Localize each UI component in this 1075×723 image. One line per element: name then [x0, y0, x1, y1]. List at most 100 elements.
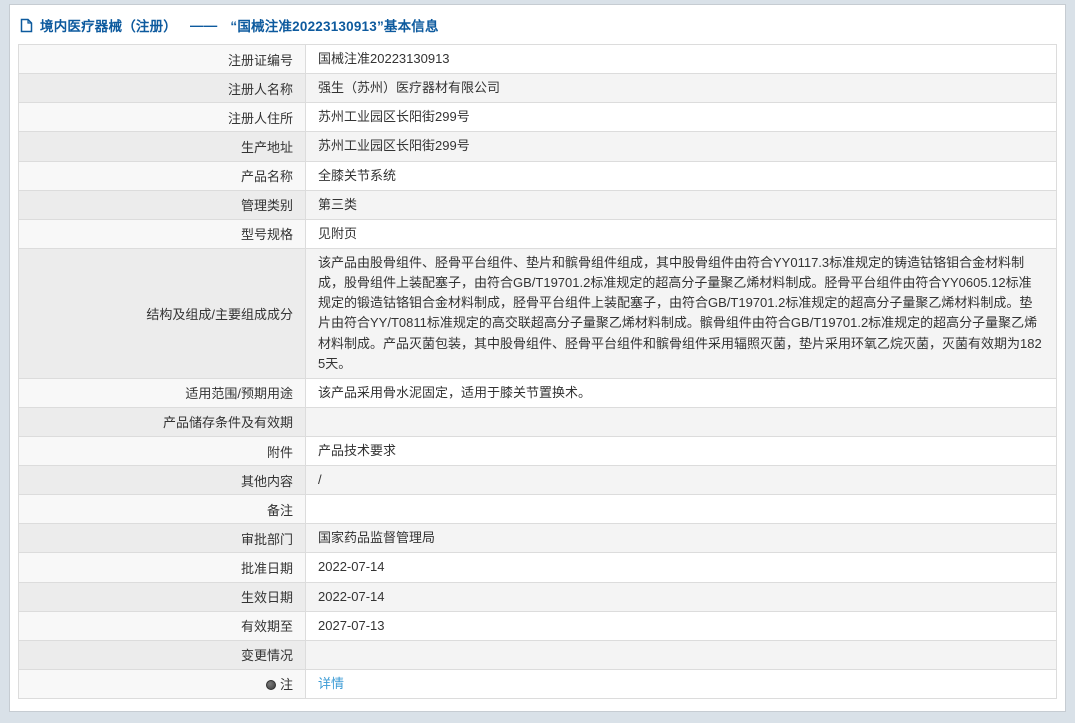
row-value-text: 苏州工业园区长阳街299号 — [318, 109, 470, 125]
table-row: 其他内容 / — [18, 465, 1057, 496]
table-row: 型号规格 见附页 — [18, 218, 1057, 249]
row-label-text: 型号规格 — [240, 227, 293, 243]
table-row: 产品名称 全膝关节系统 — [18, 160, 1057, 191]
row-label-text: 注册人名称 — [227, 81, 293, 97]
row-value: 强生（苏州）医疗器材有限公司 — [305, 73, 1057, 104]
table-row: 注册人名称 强生（苏州）医疗器材有限公司 — [18, 73, 1057, 104]
row-value: 见附页 — [305, 218, 1057, 249]
row-label-text: 产品储存条件及有效期 — [162, 415, 293, 431]
row-label-text: 适用范围/预期用途 — [185, 386, 293, 402]
table-row: 备注 — [18, 494, 1057, 525]
table-row: 产品储存条件及有效期 — [18, 406, 1057, 437]
table-row: 审批部门 国家药品监督管理局 — [18, 523, 1057, 554]
row-value — [305, 494, 1057, 525]
row-label-text: 注 — [279, 677, 293, 693]
row-value: 产品技术要求 — [305, 435, 1057, 467]
row-label: 批准日期 — [18, 552, 306, 583]
info-table-wrap: 注册证编号 国械注准20223130913 注册人名称 强生（苏州）医疗器材有限公司注… — [10, 43, 1065, 707]
row-label-text: 注册证编号 — [227, 52, 293, 68]
row-value: 详情 — [305, 668, 1057, 699]
row-value — [305, 639, 1057, 670]
document-icon — [20, 18, 33, 33]
row-label-text: 审批部门 — [240, 531, 293, 547]
row-label-text: 有效期至 — [240, 619, 293, 635]
row-value-text: 第三类 — [318, 196, 358, 212]
row-label: 备注 — [18, 494, 306, 525]
row-label-text: 产品名称 — [240, 169, 293, 185]
row-value: 全膝关节系统 — [305, 160, 1057, 191]
table-row: 注册证编号 国械注准20223130913 — [18, 43, 1057, 75]
table-row: 有效期至 2027-07-13 — [18, 610, 1057, 641]
row-value-text: / — [318, 472, 322, 488]
info-table-body: 注册证编号 国械注准20223130913 注册人名称 强生（苏州）医疗器材有限公司注… — [18, 43, 1057, 699]
row-value-text: 该产品采用骨水泥固定，适用于膝关节置换术。 — [318, 384, 592, 400]
row-value-text: 2022-07-14 — [318, 559, 385, 575]
row-value-text: 2022-07-14 — [318, 588, 385, 604]
row-label: 审批部门 — [18, 523, 306, 554]
row-label: 适用范围/预期用途 — [18, 377, 306, 408]
info-table: 注册证编号 国械注准20223130913 注册人名称 强生（苏州）医疗器材有限公司注… — [18, 43, 1057, 699]
row-label: 结构及组成/主要组成成分 — [18, 247, 306, 379]
row-value-text: 国械注准20223130913 — [318, 51, 450, 66]
row-value: 2022-07-14 — [305, 552, 1057, 583]
row-value-text: 该产品由股骨组件、胫骨平台组件、垫片和髌骨组件组成，其中股骨组件由符合YY011… — [318, 254, 1042, 371]
table-row: 结构及组成/主要组成成分 该产品由股骨组件、胫骨平台组件、垫片和髌骨组件组成，其中… — [18, 247, 1057, 379]
row-label: 附件 — [18, 435, 306, 467]
row-value: 国械注准20223130913 — [305, 43, 1057, 75]
page-title-registration: “国械注准20223130913”基本信息 — [230, 19, 439, 34]
row-label: 注册人名称 — [18, 73, 306, 104]
row-label-text: 其他内容 — [240, 473, 293, 489]
row-value-text: 见附页 — [318, 225, 358, 241]
row-label-text: 结构及组成/主要组成成分 — [146, 306, 293, 322]
row-label-text: 备注 — [266, 502, 293, 518]
row-label: 产品名称 — [18, 160, 306, 191]
table-row: 适用范围/预期用途 该产品采用骨水泥固定，适用于膝关节置换术。 — [18, 377, 1057, 408]
row-value: 该产品采用骨水泥固定，适用于膝关节置换术。 — [305, 377, 1057, 408]
table-row: 生效日期 2022-07-14 — [18, 581, 1057, 612]
row-label: 变更情况 — [18, 639, 306, 670]
row-value-text: 产品技术要求 — [318, 442, 397, 458]
row-label: 注册人住所 — [18, 102, 306, 133]
table-row: 注册人住所 苏州工业园区长阳街299号 — [18, 102, 1057, 133]
row-value-text: 国家药品监督管理局 — [318, 530, 436, 546]
content-panel: 境内医疗器械（注册） —— “国械注准20223130913”基本信息 注册证编… — [9, 4, 1066, 712]
row-value: 苏州工业园区长阳街299号 — [305, 102, 1057, 133]
row-label: 产品储存条件及有效期 — [18, 406, 306, 437]
table-row: 管理类别 第三类 — [18, 189, 1057, 220]
row-label: 有效期至 — [18, 610, 306, 641]
row-label-text: 管理类别 — [240, 198, 293, 214]
detail-link[interactable]: 详情 — [318, 676, 344, 691]
row-value-text: 2027-07-13 — [318, 617, 385, 633]
table-row: 变更情况 — [18, 639, 1057, 670]
row-value: 2027-07-13 — [305, 610, 1057, 641]
row-value-text: 苏州工业园区长阳街299号 — [318, 138, 470, 154]
row-label-text: 生效日期 — [240, 590, 293, 606]
table-row: 批准日期 2022-07-14 — [18, 552, 1057, 583]
table-row: 注 详情 — [18, 668, 1057, 699]
row-label-text: 生产地址 — [240, 139, 293, 155]
row-label-text: 变更情况 — [240, 648, 293, 664]
table-row: 生产地址 苏州工业园区长阳街299号 — [18, 131, 1057, 162]
row-label: 注 — [18, 668, 306, 699]
row-value-text: 全膝关节系统 — [318, 167, 397, 183]
row-value: 国家药品监督管理局 — [305, 523, 1057, 554]
row-value-text: 强生（苏州）医疗器材有限公司 — [318, 80, 501, 96]
page-header: 境内医疗器械（注册） —— “国械注准20223130913”基本信息 — [10, 5, 1065, 44]
row-value: 苏州工业园区长阳街299号 — [305, 131, 1057, 162]
row-label: 生产地址 — [18, 131, 306, 162]
row-value: 2022-07-14 — [305, 581, 1057, 612]
page-title-dash: —— — [190, 17, 218, 33]
row-label: 管理类别 — [18, 189, 306, 220]
row-label-text: 附件 — [266, 444, 293, 460]
row-label-text: 注册人住所 — [227, 110, 293, 126]
note-icon — [265, 680, 276, 691]
row-label: 生效日期 — [18, 581, 306, 612]
row-label-text: 批准日期 — [240, 560, 293, 576]
row-value: 第三类 — [305, 189, 1057, 220]
row-label: 注册证编号 — [18, 43, 306, 75]
row-value: 该产品由股骨组件、胫骨平台组件、垫片和髌骨组件组成，其中股骨组件由符合YY011… — [305, 247, 1057, 379]
page-title-category: 境内医疗器械（注册） — [40, 19, 177, 34]
row-value — [305, 406, 1057, 437]
table-row: 附件 产品技术要求 — [18, 435, 1057, 467]
row-label: 型号规格 — [18, 218, 306, 249]
